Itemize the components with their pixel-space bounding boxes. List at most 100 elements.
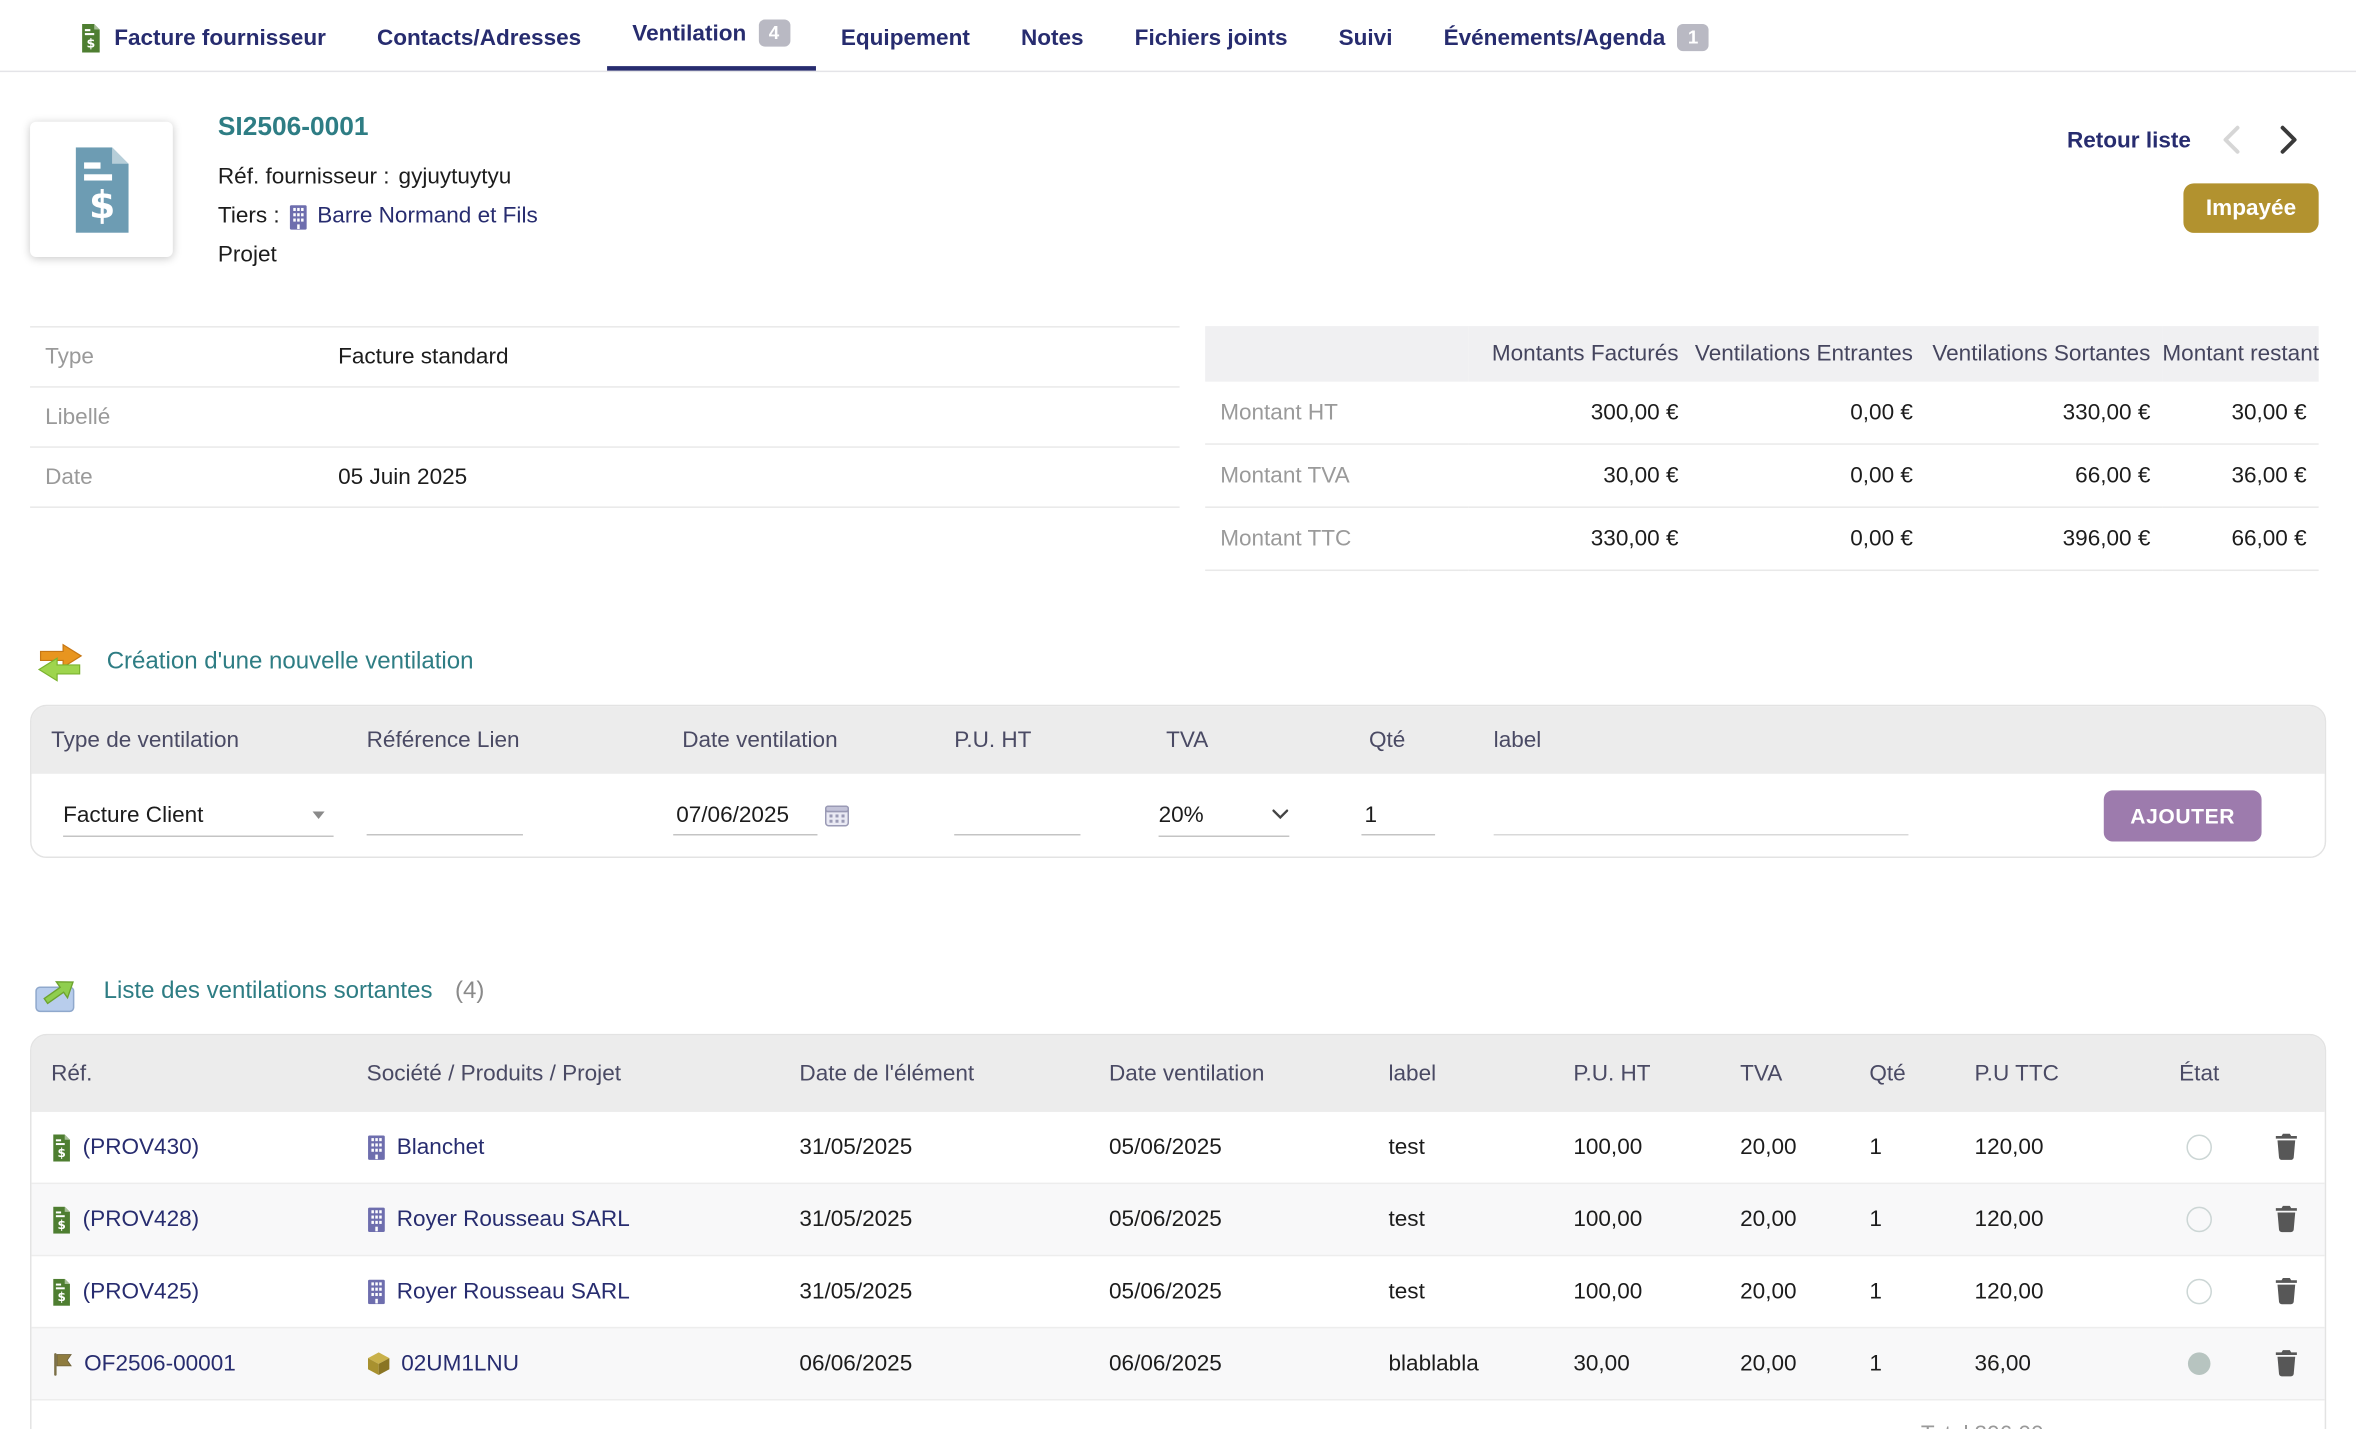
calendar-icon[interactable]: [825, 804, 849, 827]
tab-count-badge: 4: [758, 20, 789, 47]
list-count: (4): [455, 978, 484, 1005]
tab-facture-fournisseur[interactable]: Facture fournisseur: [54, 0, 351, 71]
detail-row: Date 05 Juin 2025: [30, 448, 1180, 508]
label-input[interactable]: [1494, 795, 1909, 836]
amounts-row-label: Montant TTC: [1205, 507, 1468, 570]
chevron-left-icon[interactable]: [2221, 123, 2245, 156]
row-label: test: [1388, 1135, 1573, 1161]
pu-ttc: 120,00: [1975, 1207, 2151, 1233]
company-icon: [367, 1207, 387, 1233]
type-ventilation-select[interactable]: Facture Client: [63, 793, 333, 837]
tab-label: Événements/Agenda: [1444, 25, 1666, 51]
ventilations-table-card: Réf. Société / Produits / Projet Date de…: [30, 1034, 2326, 1429]
pu-ht: 100,00: [1573, 1279, 1740, 1305]
col-header-reference: Référence Lien: [367, 727, 683, 753]
tab-label: Suivi: [1339, 25, 1393, 51]
amounts-col-header: Ventilations Entrantes: [1691, 326, 1925, 382]
trash-icon[interactable]: [2275, 1133, 2298, 1162]
amounts-col-header: Ventilations Sortantes: [1925, 326, 2162, 382]
date-ventilation-input[interactable]: [673, 795, 817, 836]
tab-fichiers-joints[interactable]: Fichiers joints: [1109, 0, 1313, 71]
tab-ventilation[interactable]: Ventilation 4: [607, 0, 816, 71]
trash-icon[interactable]: [2275, 1205, 2298, 1234]
company-icon: [367, 1135, 387, 1161]
tva-select[interactable]: 20%: [1159, 793, 1290, 837]
company-link[interactable]: Blanchet: [397, 1135, 485, 1161]
back-to-list-link[interactable]: Retour liste: [2067, 127, 2191, 153]
product-link[interactable]: 02UM1LNU: [401, 1351, 519, 1377]
invoice-details-table: Type Facture standard Libellé Date 05 Ju…: [30, 326, 1180, 571]
tab-label: Contacts/Adresses: [377, 25, 581, 51]
chevron-right-icon[interactable]: [2275, 123, 2299, 156]
tab-notes[interactable]: Notes: [995, 0, 1109, 71]
col-header-label: label: [1388, 1060, 1573, 1086]
invoice-icon: [80, 23, 103, 52]
invoice-thumbnail: [30, 122, 173, 257]
state-dot: [2186, 1135, 2212, 1161]
state-dot: [2186, 1207, 2212, 1233]
export-box-icon: [33, 969, 84, 1014]
pu-ht-input[interactable]: [954, 795, 1080, 836]
vent-date: 06/06/2025: [1109, 1351, 1389, 1377]
detail-value: 05 Juin 2025: [338, 464, 467, 490]
tab-label: Facture fournisseur: [114, 25, 326, 51]
projet-label: Projet: [218, 236, 277, 275]
tiers-label: Tiers :: [218, 197, 280, 236]
tiers-link[interactable]: Barre Normand et Fils: [317, 197, 537, 236]
amount-value: 66,00 €: [2162, 507, 2318, 570]
ventilations-table-header: Réf. Société / Produits / Projet Date de…: [32, 1035, 2325, 1110]
amount-value: 330,00 €: [1468, 507, 1690, 570]
amount-value: 0,00 €: [1691, 444, 1925, 507]
detail-row: Libellé: [30, 388, 1180, 448]
amounts-row-label: Montant TVA: [1205, 444, 1468, 507]
ventilation-row: (PROV428) Royer Rousseau SARL 31/05/2025…: [32, 1183, 2325, 1255]
tab-label: Fichiers joints: [1135, 25, 1288, 51]
company-icon: [289, 204, 309, 230]
reference-lien-input[interactable]: [367, 795, 523, 836]
amount-value: 330,00 €: [1925, 382, 2162, 444]
invoice-icon: [51, 1278, 72, 1305]
total-row: Total 396,00: [32, 1399, 2325, 1429]
detail-label: Libellé: [30, 404, 338, 430]
row-label: blablabla: [1388, 1351, 1573, 1377]
col-header-state: État: [2150, 1060, 2248, 1086]
chevron-down-icon: [1271, 808, 1289, 820]
supplier-ref-label: Réf. fournisseur :: [218, 158, 390, 197]
detail-value: Facture standard: [338, 344, 508, 370]
ventilation-row: (PROV425) Royer Rousseau SARL 31/05/2025…: [32, 1255, 2325, 1327]
vent-date: 05/06/2025: [1109, 1135, 1389, 1161]
amount-value: 300,00 €: [1468, 382, 1690, 444]
supplier-ref-value: gyjuytuytyu: [399, 158, 512, 197]
tab-evenements-agenda[interactable]: Événements/Agenda 1: [1418, 0, 1734, 71]
detail-row: Type Facture standard: [30, 326, 1180, 388]
creation-section-title: Création d'une nouvelle ventilation: [33, 640, 2356, 685]
tab-bar: Facture fournisseur Contacts/Adresses Ve…: [0, 0, 2356, 72]
invoice-icon: [51, 1206, 72, 1233]
tab-suivi[interactable]: Suivi: [1313, 0, 1418, 71]
tab-count-badge: 1: [1677, 24, 1708, 51]
company-link[interactable]: Royer Rousseau SARL: [397, 1207, 630, 1233]
ref-link[interactable]: (PROV430): [83, 1135, 200, 1161]
ajouter-button[interactable]: AJOUTER: [2104, 790, 2262, 841]
vent-date: 05/06/2025: [1109, 1207, 1389, 1233]
amount-value: 0,00 €: [1691, 507, 1925, 570]
tab-contacts-adresses[interactable]: Contacts/Adresses: [351, 0, 606, 71]
page: Facture fournisseur Contacts/Adresses Ve…: [0, 0, 2356, 1429]
ref-link[interactable]: (PROV425): [83, 1279, 200, 1305]
qty: 1: [1869, 1279, 1974, 1305]
ventilation-row: OF2506-00001 02UM1LNU 06/06/2025 06/06/2…: [32, 1327, 2325, 1399]
ref-link[interactable]: OF2506-00001: [84, 1351, 236, 1377]
tab-equipement[interactable]: Equipement: [815, 0, 995, 71]
ref-link[interactable]: (PROV428): [83, 1207, 200, 1233]
tva: 20,00: [1740, 1351, 1869, 1377]
total-value: 396,00: [1975, 1422, 2151, 1429]
row-label: test: [1388, 1207, 1573, 1233]
ventilation-row: (PROV430) Blanchet 31/05/2025 05/06/2025…: [32, 1110, 2325, 1182]
trash-icon[interactable]: [2275, 1277, 2298, 1306]
qty-input[interactable]: [1361, 795, 1435, 836]
trash-icon[interactable]: [2275, 1349, 2298, 1378]
pu-ht: 30,00: [1573, 1351, 1740, 1377]
company-link[interactable]: Royer Rousseau SARL: [397, 1279, 630, 1305]
total-label: Total: [1869, 1422, 1974, 1429]
col-header-type: Type de ventilation: [32, 727, 367, 753]
